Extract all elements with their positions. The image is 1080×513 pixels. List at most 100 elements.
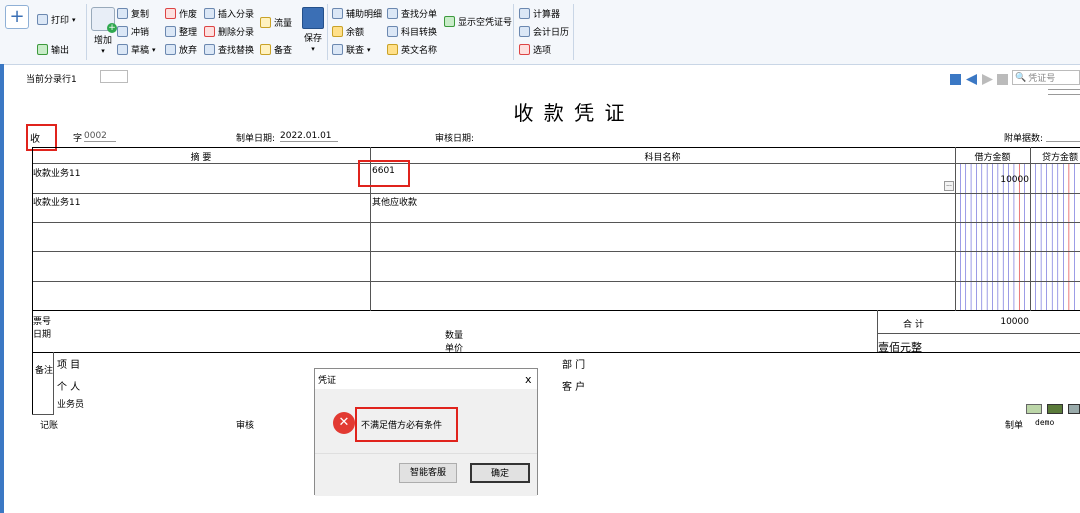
- ok-button[interactable]: 确定: [470, 463, 530, 483]
- calculator-button[interactable]: 计算器: [519, 7, 560, 20]
- insert-entry-label: 插入分录: [218, 10, 255, 20]
- note-button[interactable]: 备查: [260, 43, 292, 56]
- picture-icon[interactable]: [1026, 404, 1042, 414]
- attachments-underline: [1046, 141, 1080, 142]
- flow-button[interactable]: 流量: [260, 16, 292, 29]
- delete-entry-icon: [204, 26, 215, 37]
- note-icon: [260, 44, 271, 55]
- next-record-icon[interactable]: [982, 74, 993, 85]
- account-convert-button[interactable]: 科目转换: [387, 25, 437, 38]
- insert-entry-button[interactable]: 插入分录: [204, 7, 254, 20]
- row1-summary[interactable]: 收款业务11: [33, 166, 80, 179]
- add-button[interactable]: + 增加 ▾: [91, 7, 117, 55]
- save-label: 保存: [303, 34, 322, 44]
- linked-query-label: 联查: [346, 46, 365, 56]
- dialog-close-icon[interactable]: x: [525, 373, 532, 386]
- current-entry-box[interactable]: [100, 70, 128, 83]
- quantity-label: 数量: [445, 331, 464, 341]
- english-name-icon: [387, 44, 398, 55]
- make-date[interactable]: 2022.01.01: [280, 131, 338, 142]
- delete-entry-button[interactable]: 删除分录: [204, 25, 254, 38]
- printer-icon: [37, 14, 48, 25]
- bookkeeping-label: 记账: [40, 421, 59, 431]
- audit-label: 审核: [236, 421, 255, 431]
- row2-summary[interactable]: 收款业务11: [33, 195, 80, 208]
- previous-record-icon[interactable]: [966, 74, 977, 85]
- voucher-title: 收 款 凭 证: [513, 101, 627, 125]
- header-bottom-border: [32, 163, 1080, 164]
- row-border: [32, 193, 1080, 194]
- linked-query-icon: [332, 44, 343, 55]
- copy-button[interactable]: 复制: [117, 7, 149, 20]
- total-label: 合 计: [903, 320, 924, 330]
- aux-detail-button[interactable]: 辅助明细: [332, 7, 382, 20]
- audit-date-label: 审核日期:: [435, 134, 475, 144]
- first-record-icon[interactable]: [950, 74, 961, 85]
- print-button[interactable]: 打印 ▾: [37, 13, 76, 26]
- find-replace-icon: [204, 44, 215, 55]
- debit-credit-divider: [1030, 147, 1031, 311]
- draft-label: 草稿: [131, 46, 150, 56]
- void-button[interactable]: 作废: [165, 7, 197, 20]
- ellipsis-button[interactable]: ...: [944, 181, 954, 191]
- maker-label: 制单: [1005, 421, 1024, 431]
- find-replace-label: 查找替换: [218, 46, 255, 56]
- reverse-button[interactable]: 冲销: [117, 25, 149, 38]
- add-document-icon: +: [91, 7, 117, 33]
- account-convert-label: 科目转换: [401, 28, 438, 38]
- smart-service-button[interactable]: 智能客服: [399, 463, 457, 483]
- draft-button[interactable]: 草稿 ▾: [117, 43, 156, 56]
- dialog-title: 凭证: [318, 376, 337, 386]
- row-border: [32, 281, 1080, 282]
- remarks-top-border: [32, 352, 1080, 353]
- balance-button[interactable]: 余额: [332, 25, 364, 38]
- col-account-header: 科目名称: [644, 153, 681, 163]
- row1-debit[interactable]: 10000: [985, 175, 1029, 185]
- image-icon[interactable]: [1047, 404, 1063, 414]
- linked-query-button[interactable]: 联查 ▾: [332, 43, 371, 56]
- abandon-button[interactable]: 放弃: [165, 43, 197, 56]
- voucher-search-input[interactable]: 🔍 凭证号: [1012, 70, 1080, 85]
- chevron-down-icon: ▾: [72, 15, 76, 24]
- floppy-disk-icon: [302, 7, 324, 29]
- chevron-down-icon: ▾: [101, 47, 105, 55]
- account-highlight: [358, 160, 410, 187]
- save-button[interactable]: 保存 ▾: [302, 7, 324, 53]
- row2-account[interactable]: 其他应收款: [372, 195, 417, 208]
- abandon-label: 放弃: [179, 46, 198, 56]
- department-label: 部 门: [562, 360, 586, 371]
- find-entry-button[interactable]: 查找分单: [387, 7, 437, 20]
- remark-label: 备注: [35, 366, 54, 376]
- voucher-error-dialog: 凭证 x ✕ 不满足借方必有条件 智能客服 确定: [314, 368, 538, 496]
- draft-icon: [117, 44, 128, 55]
- balance-label: 余额: [346, 28, 365, 38]
- aux-detail-icon: [332, 8, 343, 19]
- calendar-button[interactable]: 会计日历: [519, 25, 569, 38]
- english-name-button[interactable]: 英文名称: [387, 43, 437, 56]
- find-entry-label: 查找分单: [401, 10, 438, 20]
- show-empty-voucher-label: 显示空凭证号: [458, 18, 513, 28]
- calculator-icon: [519, 8, 530, 19]
- export-button[interactable]: 输出: [37, 43, 69, 56]
- last-record-icon[interactable]: [997, 74, 1008, 85]
- options-button[interactable]: 选项: [519, 43, 551, 56]
- attachment-icon[interactable]: [1068, 404, 1080, 414]
- void-label: 作废: [179, 10, 198, 20]
- show-empty-voucher-button[interactable]: 显示空凭证号: [444, 15, 512, 28]
- col-debit-header: 借方金额: [974, 153, 1011, 163]
- separator: [86, 4, 87, 60]
- abandon-icon: [165, 44, 176, 55]
- ticket-number-label: 票号: [33, 317, 52, 327]
- table-top-border: [32, 147, 1080, 148]
- organize-button[interactable]: 整理: [165, 25, 197, 38]
- row-border: [32, 251, 1080, 252]
- new-tab-plus-icon[interactable]: +: [5, 5, 29, 29]
- voucher-number[interactable]: 0002: [84, 131, 116, 142]
- col-summary-header: 摘 要: [190, 153, 212, 163]
- insert-entry-icon: [204, 8, 215, 19]
- separator: [573, 4, 574, 60]
- col-credit-header: 贷方金额: [1041, 153, 1078, 163]
- table-bottom-border: [32, 310, 1080, 311]
- find-replace-button[interactable]: 查找替换: [204, 43, 254, 56]
- ticket-date-label: 日期: [33, 330, 52, 340]
